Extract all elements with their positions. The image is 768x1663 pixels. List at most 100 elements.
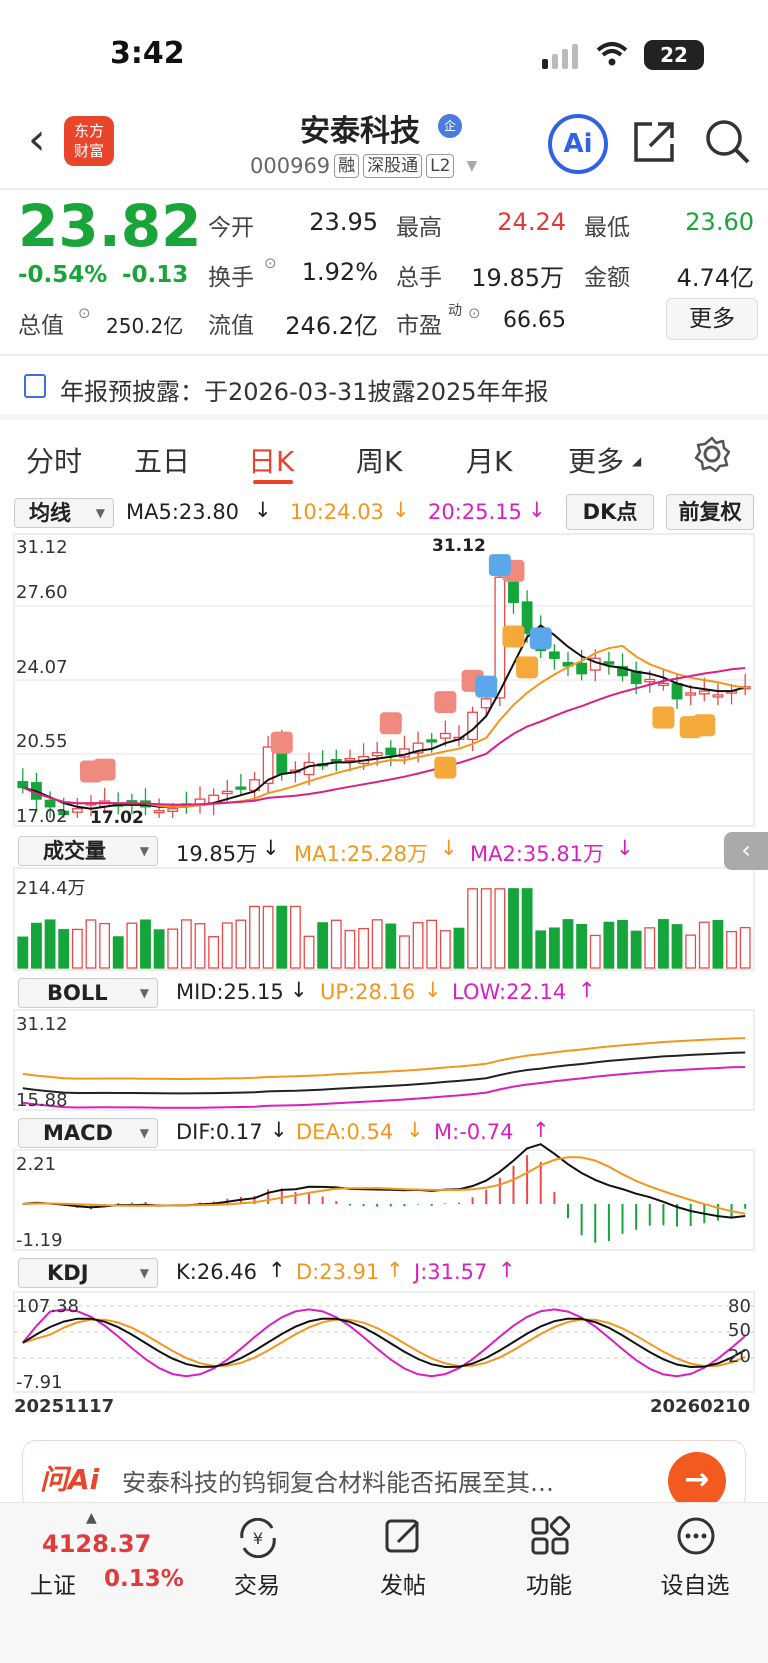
- volume-bar: [589, 934, 601, 969]
- index-name[interactable]: 上证: [30, 1566, 76, 1600]
- volume-bar: [262, 905, 274, 969]
- candle-body: [167, 808, 179, 813]
- candle-body: [344, 757, 356, 762]
- kdj-level-label: 80: [728, 1296, 751, 1317]
- t-marker: [434, 756, 457, 779]
- volume-bar: [739, 926, 751, 969]
- candle-body: [480, 698, 492, 709]
- nav-post[interactable]: 发帖: [358, 1566, 448, 1600]
- volume-bar: [303, 935, 315, 969]
- volume-bar: [371, 919, 383, 969]
- volume-bar: [535, 930, 547, 969]
- collapse-panel-icon[interactable]: ‹: [724, 832, 768, 870]
- candle-body: [385, 747, 397, 756]
- kdj-d-line: [22, 1318, 746, 1368]
- volume-bar: [235, 919, 247, 969]
- candle-body: [712, 694, 724, 698]
- volume-bar: [317, 922, 329, 969]
- volume-bar: [576, 923, 588, 969]
- t-marker: [502, 625, 525, 648]
- candle-body: [371, 752, 383, 757]
- min-price-label: 17.02: [90, 808, 144, 828]
- volume-bar: [71, 928, 83, 969]
- candle-body: [548, 651, 560, 659]
- volume-bar: [412, 922, 424, 969]
- volume-bar: [85, 919, 97, 969]
- price-axis-label: 27.60: [16, 582, 68, 603]
- nav-add-watchlist[interactable]: 设自选: [650, 1566, 740, 1600]
- candle-body: [71, 808, 83, 813]
- volume-bar: [276, 905, 288, 969]
- volume-bar: [249, 905, 260, 969]
- ma20-line: [22, 667, 746, 806]
- volume-bar: [399, 935, 410, 969]
- volume-bar: [494, 888, 506, 969]
- index-value[interactable]: 4128.37: [42, 1530, 151, 1558]
- volume-bar: [208, 935, 220, 969]
- volume-bar: [385, 923, 397, 969]
- volume-bar: [671, 924, 683, 969]
- price-axis-label: 24.07: [16, 657, 68, 678]
- nav-functions[interactable]: 功能: [504, 1566, 594, 1600]
- macd-axis-label: 2.21: [16, 1154, 57, 1175]
- volume-bar: [330, 919, 342, 969]
- t-marker: [516, 656, 539, 679]
- date-start: 20251117: [14, 1396, 115, 1417]
- boll-axis-label: 15.88: [16, 1090, 68, 1111]
- chart-panel-frame: [13, 1149, 755, 1251]
- volume-bar: [344, 929, 356, 969]
- candle-body: [657, 682, 669, 687]
- candle-body: [508, 581, 519, 603]
- volume-bar: [99, 922, 111, 969]
- volume-bar: [644, 927, 656, 969]
- volume-bar: [44, 919, 56, 969]
- volume-bar: [31, 922, 42, 969]
- kdj-level-label: 50: [728, 1320, 751, 1341]
- volume-bar: [521, 888, 533, 969]
- volume-bar: [617, 919, 628, 969]
- volume-bar: [126, 922, 138, 969]
- sell-marker: [475, 675, 498, 698]
- chart-panel-frame: [13, 1009, 755, 1111]
- post-icon[interactable]: [384, 1516, 424, 1560]
- date-end: 20260210: [650, 1396, 751, 1417]
- boll-axis-label: 31.12: [16, 1014, 68, 1035]
- volume-axis-label: 214.4万: [16, 878, 86, 899]
- chart-panel-frame: [13, 867, 755, 971]
- macd-axis-label: -1.19: [16, 1230, 63, 1251]
- candle-body: [576, 662, 588, 675]
- nav-trade[interactable]: 交易: [212, 1566, 302, 1600]
- volume-bar: [453, 927, 465, 969]
- volume-bar: [439, 930, 451, 969]
- volume-bar: [630, 930, 642, 969]
- functions-icon[interactable]: [530, 1515, 571, 1560]
- volume-bar: [180, 919, 192, 969]
- candle-body: [235, 786, 247, 790]
- price-axis-label: 20.55: [16, 731, 68, 752]
- volume-bar: [480, 888, 492, 969]
- candle-body: [603, 661, 615, 665]
- volume-bar: [426, 919, 438, 969]
- trade-icon[interactable]: ¥: [236, 1517, 280, 1562]
- index-change[interactable]: 0.13%: [104, 1566, 184, 1592]
- buy-marker: [379, 712, 402, 735]
- t-marker: [652, 706, 675, 729]
- candle-body: [153, 810, 165, 814]
- ask-ai-prompt[interactable]: 安泰科技的钨铜复合材料能否拓展至其…: [122, 1463, 554, 1498]
- candle-body: [330, 758, 342, 763]
- volume-bar: [712, 919, 724, 969]
- volume-bar: [221, 922, 233, 969]
- svg-text:¥: ¥: [253, 1529, 263, 1548]
- volume-bar: [112, 936, 124, 969]
- kdj-axis-label: -7.91: [16, 1372, 63, 1393]
- volume-bar: [289, 905, 301, 969]
- volume-bar: [17, 936, 29, 969]
- volume-bar: [685, 934, 697, 969]
- volume-bar: [562, 919, 574, 969]
- candle-body: [698, 690, 710, 695]
- volume-bar: [698, 921, 710, 969]
- more-dots-icon[interactable]: [676, 1516, 716, 1560]
- buy-marker: [93, 758, 116, 781]
- t-marker: [693, 714, 716, 737]
- volume-bar: [194, 923, 206, 969]
